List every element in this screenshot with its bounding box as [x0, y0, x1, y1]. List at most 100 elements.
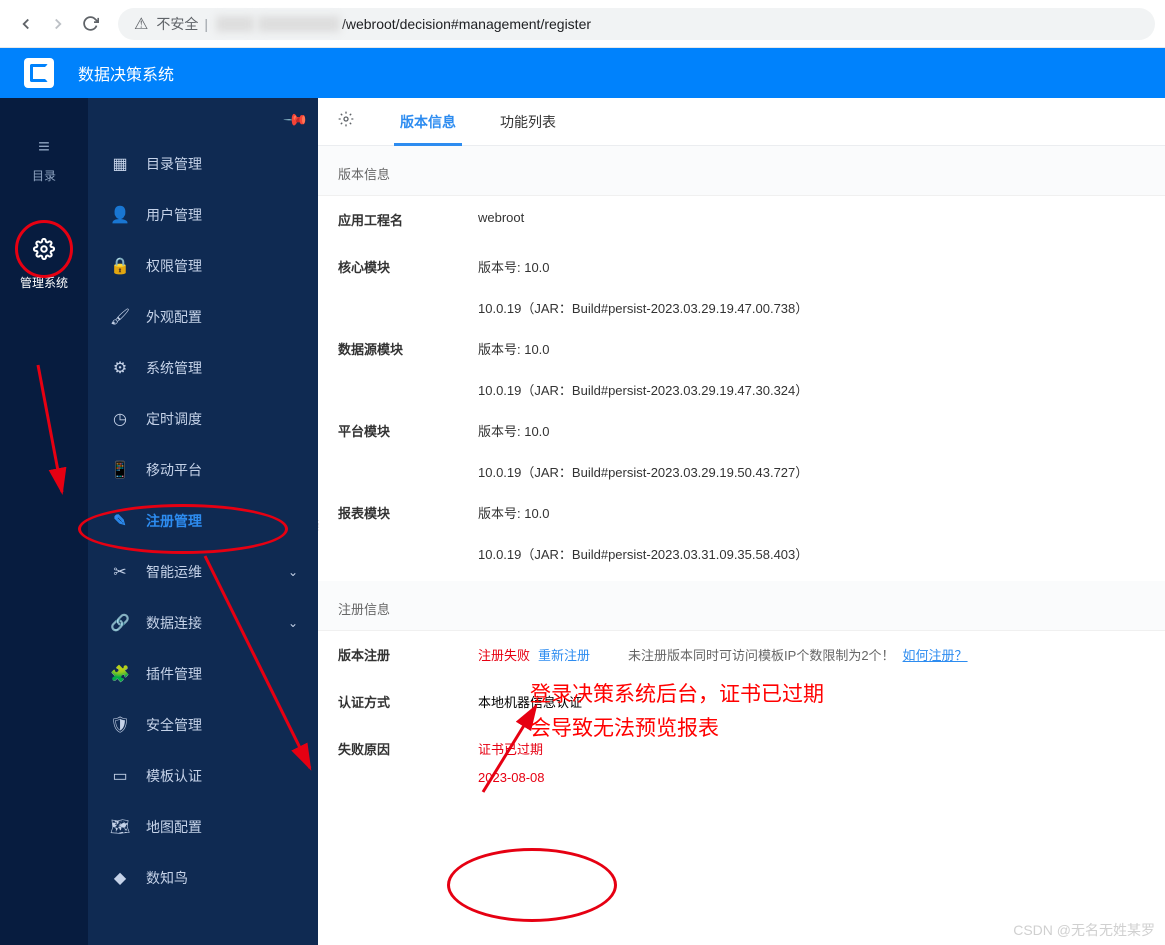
sidebar: 📌 ▦目录管理 👤用户管理 🔒权限管理 🖌外观配置 ⚙系统管理 ◷定时调度 📱移…	[88, 98, 318, 945]
sidebar-item-permission[interactable]: 🔒 权限管理	[88, 240, 318, 291]
row-label: 版本注册	[338, 645, 478, 664]
tab-feature-list[interactable]: 功能列表	[494, 98, 562, 146]
rail-label: 管理系统	[20, 274, 68, 291]
row-label: 报表模块	[338, 503, 478, 522]
sidebar-item-label: 地图配置	[146, 817, 202, 837]
map-icon: 🗺	[108, 817, 132, 837]
rail-item-catalog[interactable]: ≡ 目录	[0, 118, 88, 202]
back-button[interactable]	[10, 8, 42, 40]
diamond-icon: ◆	[108, 868, 132, 888]
row-version-register: 版本注册 注册失败 重新注册 未注册版本同时可访问模板IP个数限制为2个！ 如何…	[318, 631, 1165, 678]
fail-reason: 证书已过期	[478, 739, 543, 758]
sidebar-item-label: 外观配置	[146, 307, 202, 327]
row-core-build: 10.0.19（JAR：Build#persist-2023.03.29.19.…	[318, 290, 1165, 325]
sidebar-item-appearance[interactable]: 🖌 外观配置	[88, 291, 318, 342]
row-platform-module: 平台模块 版本号: 10.0	[318, 407, 1165, 454]
row-report-build: 10.0.19（JAR：Build#persist-2023.03.31.09.…	[318, 536, 1165, 571]
forward-button[interactable]	[42, 8, 74, 40]
app-header: 数据决策系统	[0, 48, 1165, 98]
row-label: 数据源模块	[338, 339, 478, 358]
sidebar-item-map[interactable]: 🗺 地图配置	[88, 801, 318, 852]
sidebar-item-label: 注册管理	[146, 511, 202, 531]
browser-toolbar: ⚠ 不安全 | xxxx xxxxxxx /webroot/decision#m…	[0, 0, 1165, 48]
row-label: 失败原因	[338, 739, 478, 758]
how-register-link[interactable]: 如何注册？	[903, 645, 968, 664]
url-bar[interactable]: ⚠ 不安全 | xxxx xxxxxxx /webroot/decision#m…	[118, 8, 1155, 40]
section-title-register: 注册信息	[318, 581, 1165, 631]
row-ds-build: 10.0.19（JAR：Build#persist-2023.03.29.19.…	[318, 372, 1165, 407]
register-note: 未注册版本同时可访问模板IP个数限制为2个！	[628, 645, 895, 664]
fail-date: 2023-08-08	[478, 770, 545, 785]
ops-icon: ✂	[108, 562, 132, 582]
user-icon: 👤	[108, 205, 132, 225]
sidebar-item-security[interactable]: 🛡 安全管理	[88, 699, 318, 750]
list-icon: ≡	[38, 136, 50, 159]
chevron-down-icon: ⌄	[288, 616, 298, 630]
row-label: 核心模块	[338, 257, 478, 276]
lock-icon: 🔒	[108, 256, 132, 276]
sidebar-item-label: 用户管理	[146, 205, 202, 225]
sidebar-item-template-auth[interactable]: ▭ 模板认证	[88, 750, 318, 801]
sidebar-item-label: 模板认证	[146, 766, 202, 786]
plugin-icon: 🧩	[108, 664, 132, 684]
rail-label: 目录	[32, 167, 56, 184]
clock-icon: ◷	[108, 409, 132, 429]
sidebar-item-register[interactable]: ✎注册管理	[88, 495, 318, 546]
row-core-module: 核心模块 版本号: 10.0	[318, 243, 1165, 290]
insecure-label: 不安全	[156, 14, 198, 34]
sidebar-item-dataconn[interactable]: 🔗数据连接⌄	[88, 597, 318, 648]
rail-item-management[interactable]: 管理系统	[0, 220, 88, 309]
sidebar-item-catalog-mgmt[interactable]: ▦ 目录管理	[88, 138, 318, 189]
row-ds-module: 数据源模块 版本号: 10.0	[318, 325, 1165, 372]
section-title-version: 版本信息	[318, 146, 1165, 196]
template-icon: ▭	[108, 766, 132, 786]
grid-icon: ▦	[108, 154, 132, 174]
row-label: 应用工程名	[338, 210, 478, 229]
auth-value: 本地机器信息认证	[478, 692, 582, 711]
row-value: 版本号: 10.0	[478, 339, 1145, 358]
sidebar-item-label: 权限管理	[146, 256, 202, 276]
row-auth-method: 认证方式 本地机器信息认证	[318, 678, 1165, 725]
gear-icon	[33, 238, 55, 266]
scroll-panel[interactable]: 版本信息 应用工程名 webroot 核心模块 版本号: 10.0 10.0.1…	[318, 146, 1165, 945]
mobile-icon: 📱	[108, 460, 132, 480]
insecure-icon: ⚠	[134, 14, 148, 34]
register-fail-text: 注册失败	[478, 645, 530, 664]
sidebar-item-mobile[interactable]: 📱 移动平台	[88, 444, 318, 495]
sidebar-item-label: 目录管理	[146, 154, 202, 174]
row-platform-build: 10.0.19（JAR：Build#persist-2023.03.29.19.…	[318, 454, 1165, 489]
row-value: webroot	[478, 210, 1145, 229]
reload-button[interactable]	[74, 8, 106, 40]
tab-bar: 版本信息 功能列表	[318, 98, 1165, 146]
sidebar-item-ops[interactable]: ✂智能运维⌄	[88, 546, 318, 597]
sidebar-item-label: 数据连接	[146, 613, 202, 633]
chevron-down-icon: ⌄	[288, 565, 298, 579]
sidebar-item-label: 数知鸟	[146, 868, 188, 888]
app-logo	[24, 58, 54, 88]
shield-icon: 🛡	[108, 715, 132, 735]
sidebar-item-label: 安全管理	[146, 715, 202, 735]
left-rail: ≡ 目录 管理系统	[0, 98, 88, 945]
brush-icon: 🖌	[108, 307, 132, 327]
row-label: 平台模块	[338, 421, 478, 440]
retry-register-link[interactable]: 重新注册	[538, 645, 590, 664]
sidebar-item-shuzhiniao[interactable]: ◆ 数知鸟	[88, 852, 318, 903]
app-title: 数据决策系统	[78, 61, 174, 85]
tab-label: 版本信息	[400, 112, 456, 132]
sidebar-item-label: 移动平台	[146, 460, 202, 480]
sidebar-item-label: 插件管理	[146, 664, 202, 684]
tab-label: 功能列表	[500, 112, 556, 132]
row-value: 版本号: 10.0	[478, 503, 1145, 522]
sidebar-item-plugin[interactable]: 🧩 插件管理	[88, 648, 318, 699]
sidebar-item-user-mgmt[interactable]: 👤 用户管理	[88, 189, 318, 240]
content-area: ⋮⋮ 版本信息 功能列表 版本信息 应用工程名 webroot 核心模块 版本号…	[318, 98, 1165, 945]
url-path: /webroot/decision#management/register	[342, 16, 591, 32]
row-app-project: 应用工程名 webroot	[318, 196, 1165, 243]
sidebar-item-schedule[interactable]: ◷定时调度	[88, 393, 318, 444]
sidebar-item-system-mgmt[interactable]: ⚙系统管理	[88, 342, 318, 393]
row-report-module: 报表模块 版本号: 10.0	[318, 489, 1165, 536]
tab-version-info[interactable]: 版本信息	[394, 98, 462, 146]
row-value: 版本号: 10.0	[478, 421, 1145, 440]
settings-icon[interactable]	[338, 111, 354, 132]
sidebar-item-label: 系统管理	[146, 358, 202, 378]
